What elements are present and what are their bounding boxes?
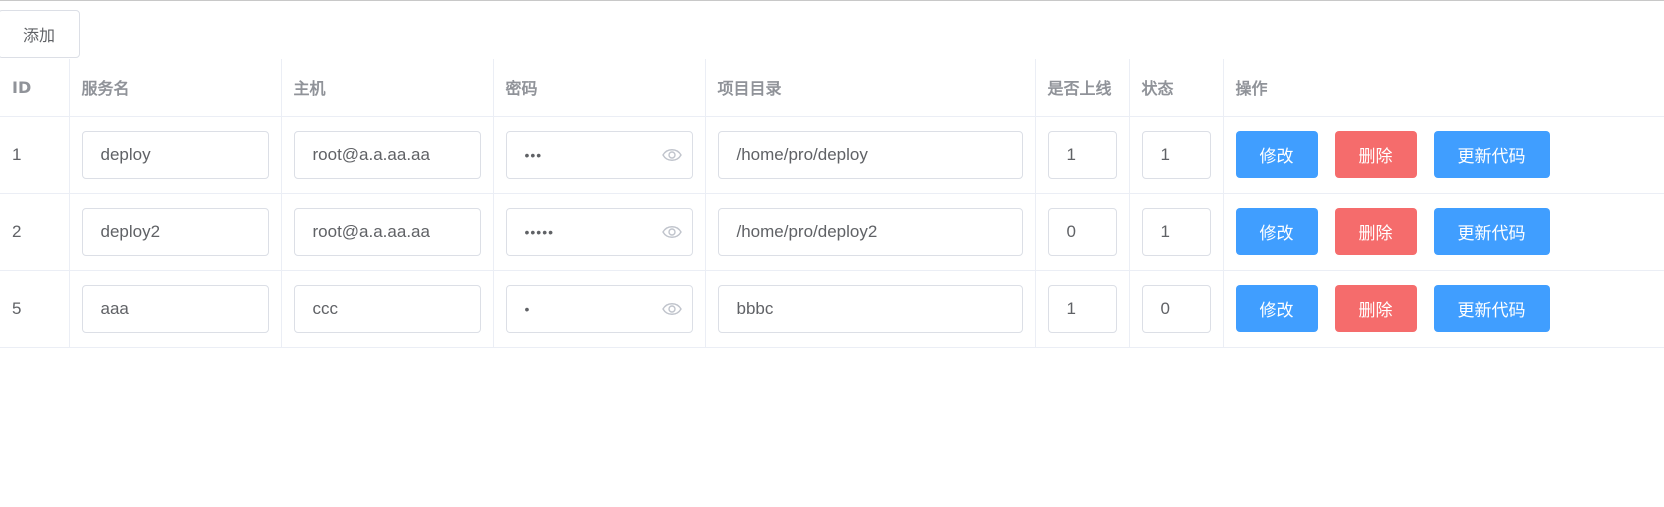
eye-icon[interactable] [661,301,682,317]
update-code-button[interactable]: 更新代码 [1433,131,1550,178]
header-status: 状态 [1129,59,1224,117]
project-dir-input[interactable]: bbbc [717,284,1023,333]
row-id: 5 [0,270,70,348]
header-id: ID [0,59,70,117]
password-input[interactable]: ••••• [505,207,693,256]
header-host: 主机 [281,59,494,117]
project-dir-input[interactable]: /home/pro/deploy2 [717,207,1023,256]
password-input[interactable]: • [505,284,693,333]
edit-button[interactable]: 修改 [1235,285,1318,332]
delete-button[interactable]: 删除 [1334,285,1417,332]
table-row: 2 deploy2 root@a.a.aa.aa ••••• /home/pro… [0,193,1664,271]
host-input[interactable]: root@a.a.aa.aa [293,207,481,256]
service-name-input[interactable]: deploy2 [81,207,269,256]
eye-icon[interactable] [661,224,682,240]
online-input[interactable]: 1 [1047,284,1117,333]
project-dir-input[interactable]: /home/pro/deploy [717,130,1023,179]
update-code-button[interactable]: 更新代码 [1433,208,1550,255]
row-id: 1 [0,116,70,194]
status-input[interactable]: 1 [1141,207,1211,256]
service-name-input[interactable]: deploy [81,130,269,179]
header-service-name: 服务名 [69,59,282,117]
top-divider [0,0,1664,1]
password-mask: ••••• [524,223,555,240]
host-input[interactable]: ccc [293,284,481,333]
password-mask: ••• [524,146,543,163]
host-input[interactable]: root@a.a.aa.aa [293,130,481,179]
update-code-button[interactable]: 更新代码 [1433,285,1550,332]
header-password: 密码 [493,59,706,117]
edit-button[interactable]: 修改 [1235,131,1318,178]
service-table: ID 服务名 主机 密码 项目目录 是否上线 状态 操作 1 deploy ro… [0,59,1664,348]
header-actions: 操作 [1223,59,1664,117]
header-online: 是否上线 [1035,59,1130,117]
delete-button[interactable]: 删除 [1334,131,1417,178]
edit-button[interactable]: 修改 [1235,208,1318,255]
service-name-input[interactable]: aaa [81,284,269,333]
table-header-row: ID 服务名 主机 密码 项目目录 是否上线 状态 操作 [0,59,1664,117]
status-input[interactable]: 0 [1141,284,1211,333]
password-input[interactable]: ••• [505,130,693,179]
status-input[interactable]: 1 [1141,130,1211,179]
add-button[interactable]: 添加 [0,10,80,58]
eye-icon[interactable] [661,147,682,163]
online-input[interactable]: 1 [1047,130,1117,179]
delete-button[interactable]: 删除 [1334,208,1417,255]
password-mask: • [524,300,531,317]
table-row: 1 deploy root@a.a.aa.aa ••• /home/pro/de… [0,116,1664,194]
online-input[interactable]: 0 [1047,207,1117,256]
header-project-dir: 项目目录 [705,59,1036,117]
row-id: 2 [0,193,70,271]
table-row: 5 aaa ccc • bbbc 1 0 修改 删除 更新代码 [0,270,1664,348]
